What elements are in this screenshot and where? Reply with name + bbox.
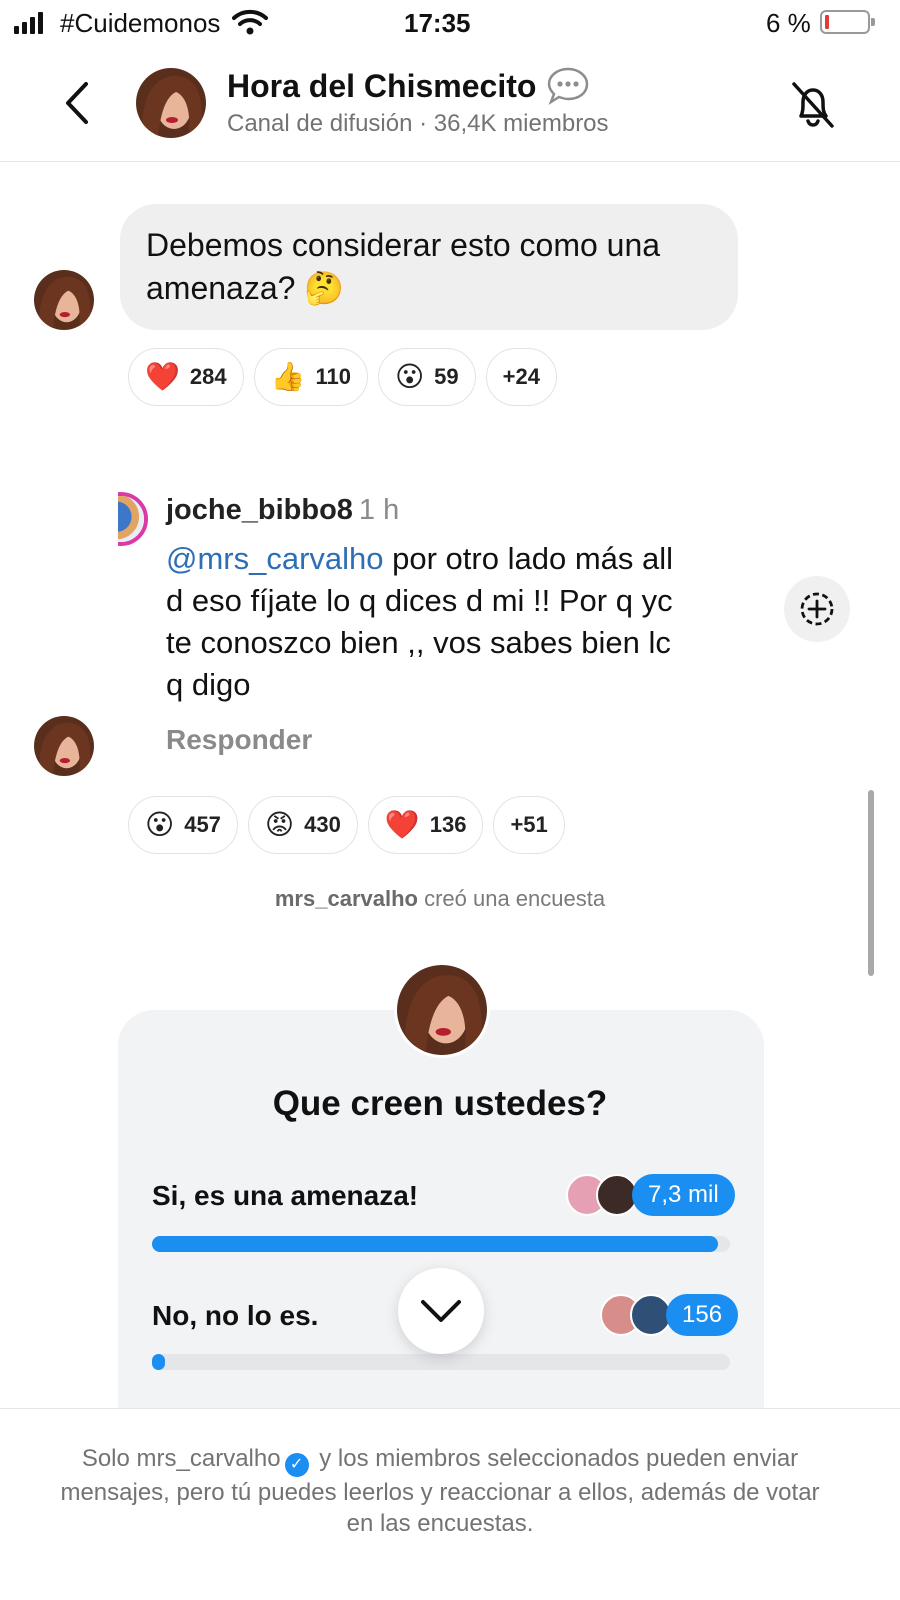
poll-option-bar [152,1354,165,1370]
channel-subtitle: Canal de difusión · 36,4K miembros [227,110,609,137]
poll-option-label[interactable]: Si, es una amenaza! [152,1180,418,1212]
poll-option-label[interactable]: No, no lo es. [152,1300,318,1332]
signal-icon [14,12,43,34]
reaction-count: 284 [189,364,227,389]
chevron-left-icon [66,82,88,124]
angry-face-icon: 😡 [264,809,295,840]
heart-icon: ❤️ [384,809,420,840]
reactions-bar: 😮 457 😡 430 ❤️ 136 +51 [128,796,565,854]
more-reactions-count: +24 [502,364,540,389]
add-circle-icon [800,592,834,626]
more-reactions[interactable]: +51 [493,796,565,854]
comment-text: @mrs_carvalho por otro lado más all d es… [166,538,768,706]
reaction-count: 457 [184,812,221,837]
message-text: Debemos considerar esto como una amenaza… [146,227,661,306]
mute-button[interactable] [786,78,840,132]
reaction-surprised[interactable]: 😮 59 [377,348,476,406]
comment-time: 1 h [358,494,400,526]
scrollbar-thumb[interactable] [868,790,874,976]
poll-created-notice: mrs_carvalho creó una encuesta [0,886,880,912]
bell-off-icon [792,82,834,128]
share-button[interactable] [784,576,850,642]
reaction-count: 136 [429,812,467,837]
read-only-notice: Solo mrs_carvalho ✓ y los miembros selecc… [0,1408,900,1600]
channel-avatar[interactable] [136,68,206,138]
battery-percentage: 6 % [766,8,811,38]
surprised-face-icon: 😮 [394,361,425,392]
notice-before: Solo mrs_carvalho [81,1445,281,1472]
poll-question: Que creen ustedes? [272,1084,608,1123]
thinking-face-icon: 🤔 [304,270,345,306]
reaction-heart[interactable]: ❤️ 136 [367,796,484,854]
comment-header: joche_bibbo8 1 h [166,494,399,527]
sender-avatar[interactable] [34,716,94,776]
battery-icon [820,10,875,34]
shared-comment[interactable]: joche_bibbo8 1 h @mrs_carvalho por otro l… [118,490,768,770]
poll-avatar [394,962,490,1058]
reaction-angry[interactable]: 😡 430 [247,796,358,854]
scroll-to-bottom-button[interactable] [398,1268,484,1354]
wifi-icon [232,8,268,41]
reaction-count: 59 [434,364,459,389]
comment-username: joche_bibbo8 [166,494,353,526]
poll-created-text: creó una encuesta [417,886,606,911]
sender-avatar[interactable] [34,270,94,330]
read-only-text: Solo mrs_carvalho ✓ y los miembros selecc… [60,1443,820,1539]
chevron-down-icon [421,1300,461,1322]
reaction-surprised[interactable]: 😮 457 [128,796,238,854]
verified-badge-icon: ✓ [284,1453,309,1477]
reply-link: Responder [166,724,313,755]
reaction-count: 110 [315,364,351,389]
more-reactions[interactable]: +24 [485,348,557,406]
back-button[interactable] [58,78,98,128]
commenter-avatar [118,492,148,546]
poll-option-track[interactable] [152,1354,730,1370]
status-bar: #Cuidemonos 17:35 6 % [0,0,900,46]
reaction-thumbs-up[interactable]: 👍 110 [253,348,368,406]
reactions-bar: ❤️ 284 👍 110 😮 59 +24 [128,348,557,406]
poll-vote-count: 156 [666,1294,739,1336]
poll-vote-count: 7,3 mil [632,1174,735,1216]
poll-option-voters[interactable]: 156 [600,1294,739,1336]
clock: 17:35 [404,8,471,38]
heart-icon: ❤️ [145,361,180,392]
speech-bubble-icon [548,67,589,106]
poll-option-voters[interactable]: 7,3 mil [566,1174,735,1216]
more-reactions-count: +51 [510,812,548,837]
carrier-name: #Cuidemonos [60,8,221,38]
surprised-face-icon: 😮 [145,809,175,840]
message-bubble[interactable]: Debemos considerar esto como una amenaza… [120,204,738,330]
thumbs-up-icon: 👍 [270,361,306,392]
comment-mention: @mrs_carvalho [166,541,384,576]
poll-option-track[interactable] [152,1236,730,1252]
reaction-heart[interactable]: ❤️ 284 [128,348,244,406]
poll-option-bar [152,1236,718,1252]
channel-title: Hora del Chismecito [227,67,537,104]
channel-header: Hora del Chismecito Canal de difusión · … [0,46,900,162]
reaction-count: 430 [304,812,341,837]
poll-creator: mrs_carvalho [274,886,418,911]
